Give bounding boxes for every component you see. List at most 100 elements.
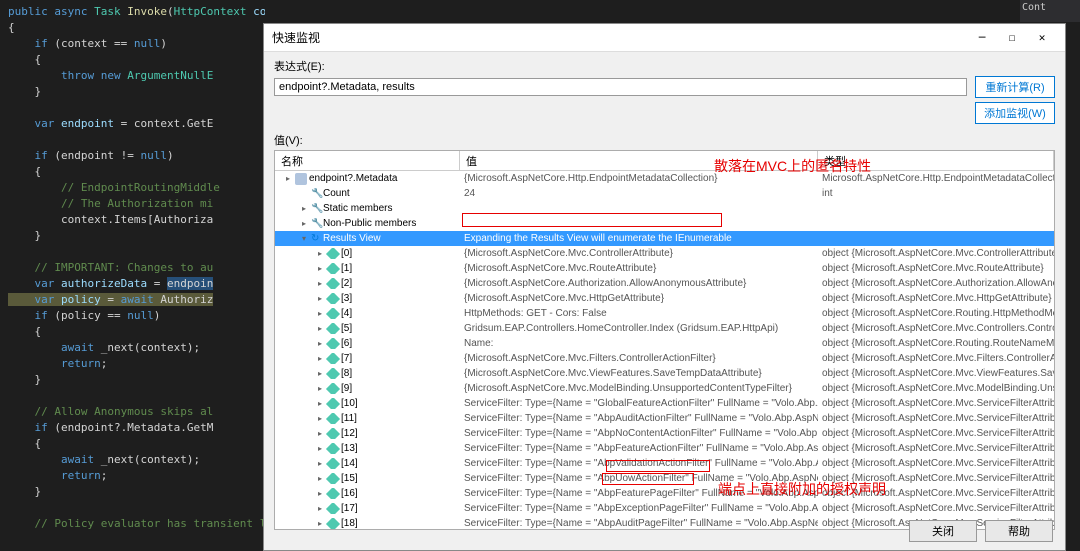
table-body[interactable]: ▸endpoint?.Metadata{Microsoft.AspNetCore… — [275, 171, 1054, 529]
expander-icon[interactable]: ▸ — [315, 399, 325, 408]
code-editor[interactable]: public async Task Invoke(HttpContext con… — [0, 0, 265, 551]
table-row[interactable]: ▾↻Results View Expanding the Results View… — [275, 231, 1054, 246]
expression-input[interactable] — [274, 78, 967, 96]
property-icon — [326, 398, 340, 409]
expander-icon[interactable]: ▾ — [299, 234, 309, 243]
property-icon — [326, 458, 340, 469]
expression-label: 表达式(E): — [274, 58, 1055, 74]
table-row[interactable]: ▸[13]ServiceFilter: Type={Name = "AbpFea… — [275, 441, 1054, 456]
table-row[interactable]: ▸[14]ServiceFilter: Type={Name = "AbpVal… — [275, 456, 1054, 471]
dialog-title: 快速监视 — [272, 29, 967, 46]
table-row[interactable]: ▸endpoint?.Metadata{Microsoft.AspNetCore… — [275, 171, 1054, 186]
table-row[interactable]: ▸🔧Static members — [275, 201, 1054, 216]
row-name: [6] — [341, 338, 352, 349]
expander-icon[interactable]: ▸ — [315, 384, 325, 393]
property-icon — [326, 503, 340, 514]
titlebar[interactable]: 快速监视 ─ ☐ ✕ — [264, 24, 1065, 52]
row-type: object {Microsoft.AspNetCore.Authorizati… — [818, 278, 1054, 289]
expander-icon[interactable]: ▸ — [315, 279, 325, 288]
property-icon — [326, 263, 340, 274]
expander-icon[interactable]: ▸ — [315, 474, 325, 483]
expander-icon[interactable]: ▸ — [315, 294, 325, 303]
minimize-button[interactable]: ─ — [967, 28, 997, 48]
add-watch-button[interactable]: 添加监视(W) — [975, 102, 1055, 124]
row-type: object {Microsoft.AspNetCore.Mvc.ViewFea… — [818, 368, 1054, 379]
expander-icon[interactable]: ▸ — [315, 459, 325, 468]
row-type: object {Microsoft.AspNetCore.Mvc.Control… — [818, 248, 1054, 259]
expander-icon[interactable]: ▸ — [315, 504, 325, 513]
table-row[interactable]: ▸[16]ServiceFilter: Type={Name = "AbpFea… — [275, 486, 1054, 501]
table-row[interactable]: ▸[17]ServiceFilter: Type={Name = "AbpExc… — [275, 501, 1054, 516]
row-name: [9] — [341, 383, 352, 394]
row-value: {Microsoft.AspNetCore.Mvc.ControllerAttr… — [460, 248, 818, 259]
row-name: Count — [323, 188, 350, 199]
expander-icon[interactable]: ▸ — [283, 174, 293, 183]
expander-icon[interactable]: ▸ — [315, 444, 325, 453]
maximize-button[interactable]: ☐ — [997, 28, 1027, 48]
expander-icon[interactable]: ▸ — [315, 369, 325, 378]
table-row[interactable]: ▸[10]ServiceFilter: Type={Name = "Global… — [275, 396, 1054, 411]
expander-icon[interactable]: ▸ — [315, 309, 325, 318]
property-icon — [326, 518, 340, 529]
object-icon — [295, 173, 307, 185]
table-row[interactable]: ▸[5]Gridsum.EAP.Controllers.HomeControll… — [275, 321, 1054, 336]
table-row[interactable]: ▸ [15] ServiceFilter: Type={Name = "AbpUow… — [275, 471, 1054, 486]
row-value: {Microsoft.AspNetCore.Mvc.HttpGetAttribu… — [460, 293, 818, 304]
row-name: [2] — [341, 278, 352, 289]
table-row[interactable]: ▸[3]{Microsoft.AspNetCore.Mvc.HttpGetAtt… — [275, 291, 1054, 306]
table-row[interactable]: ▸[9]{Microsoft.AspNetCore.Mvc.ModelBindi… — [275, 381, 1054, 396]
row-name: [14] — [341, 458, 358, 469]
expander-icon[interactable]: ▸ — [315, 339, 325, 348]
column-type[interactable]: 类型 — [818, 151, 1054, 170]
expander-icon[interactable]: ▸ — [315, 354, 325, 363]
row-type: object {Microsoft.AspNetCore.Mvc.Control… — [818, 323, 1054, 334]
expander-icon[interactable]: ▸ — [315, 414, 325, 423]
row-type: object {Microsoft.AspNetCore.Mvc.RouteAt… — [818, 263, 1054, 274]
row-name: Results View — [323, 233, 381, 244]
table-row[interactable]: ▸[11]ServiceFilter: Type={Name = "AbpAud… — [275, 411, 1054, 426]
table-row[interactable]: ▸🔧Non-Public members — [275, 216, 1054, 231]
expander-icon[interactable]: ▸ — [315, 264, 325, 273]
column-name[interactable]: 名称 — [275, 151, 460, 170]
expander-icon[interactable]: ▸ — [299, 219, 309, 228]
row-name: [8] — [341, 368, 352, 379]
row-value: ServiceFilter: Type={Name = "AbpUowActio… — [460, 473, 818, 484]
property-icon — [326, 338, 340, 349]
row-type: object {Microsoft.AspNetCore.Mvc.Service… — [818, 488, 1054, 499]
close-button[interactable]: ✕ — [1027, 28, 1057, 48]
row-type: object {Microsoft.AspNetCore.Mvc.ModelBi… — [818, 383, 1054, 394]
row-name: Static members — [323, 203, 392, 214]
expander-icon[interactable]: ▸ — [315, 249, 325, 258]
row-type: object {Microsoft.AspNetCore.Mvc.Service… — [818, 473, 1054, 484]
expander-icon[interactable]: ▸ — [315, 519, 325, 528]
expander-icon[interactable]: ▸ — [299, 204, 309, 213]
row-type: object {Microsoft.AspNetCore.Routing.Rou… — [818, 338, 1054, 349]
table-row[interactable]: ▸[8]{Microsoft.AspNetCore.Mvc.ViewFeatur… — [275, 366, 1054, 381]
row-name: [7] — [341, 353, 352, 364]
row-name: [15] — [341, 473, 358, 484]
row-type: object {Microsoft.AspNetCore.Mvc.HttpGet… — [818, 293, 1054, 304]
help-button[interactable]: 帮助 — [985, 520, 1053, 542]
table-row[interactable]: 🔧Count24int — [275, 186, 1054, 201]
row-type: object {Microsoft.AspNetCore.Mvc.Service… — [818, 458, 1054, 469]
expander-icon[interactable]: ▸ — [315, 489, 325, 498]
table-row[interactable]: ▸[6]Name:object {Microsoft.AspNetCore.Ro… — [275, 336, 1054, 351]
table-row[interactable]: ▸[0]{Microsoft.AspNetCore.Mvc.Controller… — [275, 246, 1054, 261]
table-row[interactable]: ▸[4]HttpMethods: GET - Cors: Falseobject… — [275, 306, 1054, 321]
row-value: Expanding the Results View will enumerat… — [460, 233, 818, 244]
property-icon — [326, 428, 340, 439]
close-dialog-button[interactable]: 关闭 — [909, 520, 977, 542]
table-row[interactable]: ▸[1]{Microsoft.AspNetCore.Mvc.RouteAttri… — [275, 261, 1054, 276]
table-row[interactable]: ▸[12]ServiceFilter: Type={Name = "AbpNoC… — [275, 426, 1054, 441]
expander-icon[interactable]: ▸ — [315, 324, 325, 333]
expander-icon[interactable]: ▸ — [315, 429, 325, 438]
recalculate-button[interactable]: 重新计算(R) — [975, 76, 1055, 98]
table-row[interactable]: ▸[2]{Microsoft.AspNetCore.Authorization.… — [275, 276, 1054, 291]
row-value: ServiceFilter: Type={Name = "AbpAuditAct… — [460, 413, 818, 424]
row-value: HttpMethods: GET - Cors: False — [460, 308, 818, 319]
wrench-icon: 🔧 — [311, 203, 321, 214]
table-row[interactable]: ▸[7]{Microsoft.AspNetCore.Mvc.Filters.Co… — [275, 351, 1054, 366]
column-value[interactable]: 值 — [460, 151, 818, 170]
row-value: ServiceFilter: Type={Name = "AbpFeatureA… — [460, 443, 818, 454]
refresh-icon: ↻ — [311, 233, 321, 244]
